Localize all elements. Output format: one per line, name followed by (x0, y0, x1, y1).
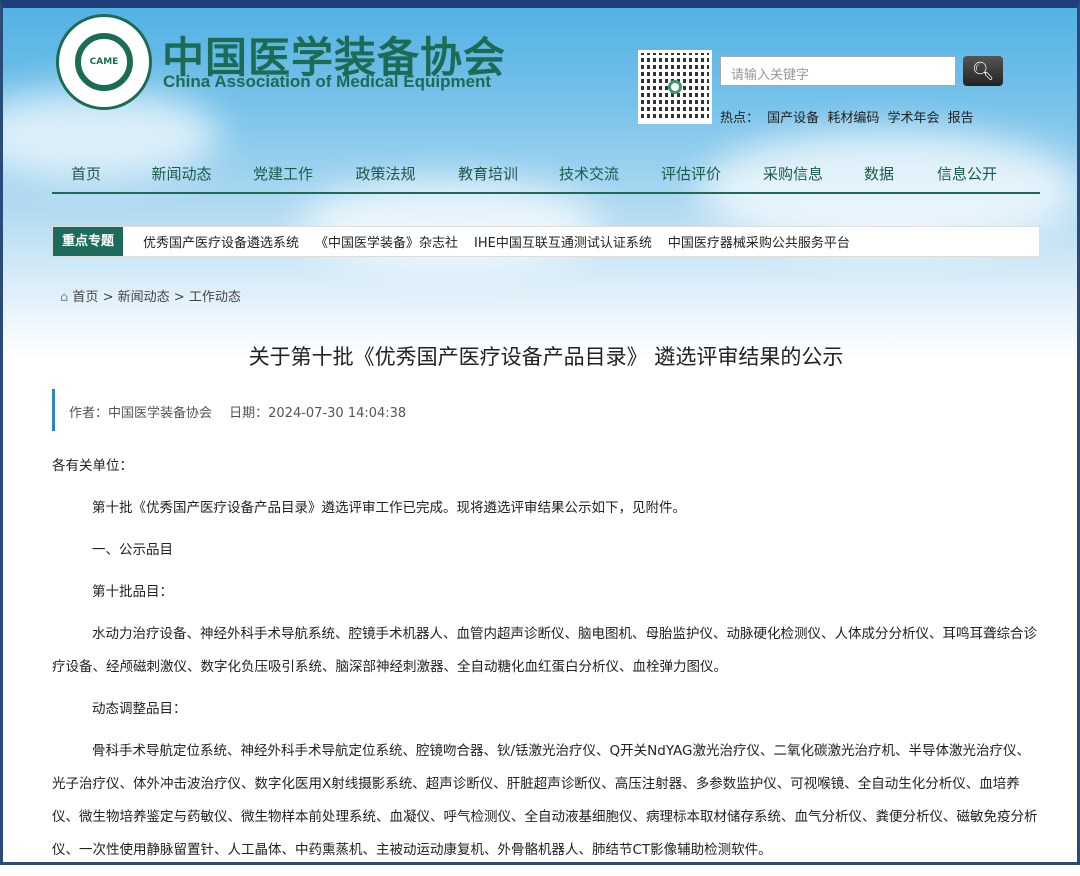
hot-link[interactable]: 耗材编码 (827, 111, 879, 126)
hot-label: 热点： (720, 111, 760, 126)
hot-keywords: 热点： 国产设备 耗材编码 学术年会 报告 (720, 107, 978, 126)
paragraph: 各有关单位： (52, 458, 133, 474)
nav-tech[interactable]: 技术交流 (538, 160, 640, 192)
logo[interactable]: CAME (56, 14, 152, 110)
nav-disclosure[interactable]: 信息公开 (914, 160, 1020, 192)
featured-topics-label: 重点专题 (53, 227, 124, 256)
home-icon: ⌂ (60, 290, 69, 305)
search-icon: 🔍︎ (971, 60, 995, 82)
hot-link[interactable]: 国产设备 (767, 111, 819, 126)
breadcrumb-separator: > (173, 290, 185, 305)
nav-evaluation[interactable]: 评估评价 (640, 160, 742, 192)
hot-link[interactable]: 学术年会 (887, 111, 939, 126)
breadcrumb-news[interactable]: 新闻动态 (118, 290, 170, 305)
paragraph: 骨科手术导航定位系统、神经外科手术导航定位系统、腔镜吻合器、钬/铥激光治疗仪、Q… (52, 743, 1038, 858)
nav-education[interactable]: 教育培训 (438, 160, 538, 192)
breadcrumb-separator: > (102, 290, 114, 305)
article-meta: 作者：中国医学装备协会 日期：2024-07-30 14:04:38 (52, 389, 1040, 431)
site-title-en: China Association of Medical Equipment (163, 72, 492, 91)
topic-link[interactable]: IHE中国互联互通测试认证系统 (474, 232, 652, 251)
topic-link[interactable]: 《中国医学装备》杂志社 (315, 232, 458, 251)
nav-news[interactable]: 新闻动态 (130, 160, 233, 192)
nav-procurement[interactable]: 采购信息 (742, 160, 844, 192)
nav-data[interactable]: 数据 (844, 160, 914, 192)
nav-party[interactable]: 党建工作 (233, 160, 333, 192)
article-title: 关于第十批《优秀国产医疗设备产品目录》 遴选评审结果的公示 (248, 345, 844, 369)
paragraph: 动态调整品目： (92, 701, 187, 717)
topic-link[interactable]: 优秀国产医疗设备遴选系统 (143, 232, 299, 251)
search-button[interactable]: 🔍︎ (963, 56, 1003, 86)
paragraph: 一、公示品目 (92, 542, 173, 558)
nav-home[interactable]: 首页 (52, 160, 120, 192)
qr-code (638, 50, 712, 124)
breadcrumb: ⌂ 首页 > 新闻动态 > 工作动态 (60, 286, 241, 305)
hot-link[interactable]: 报告 (948, 111, 974, 126)
nav-policy[interactable]: 政策法规 (333, 160, 438, 192)
breadcrumb-home[interactable]: 首页 (72, 290, 98, 305)
article-body: 各有关单位： 第十批《优秀国产医疗设备产品目录》遴选评审工作已完成。现将遴选评审… (52, 450, 1040, 876)
featured-topics-bar: 重点专题 优秀国产医疗设备遴选系统 《中国医学装备》杂志社 IHE中国互联互通测… (52, 226, 1040, 257)
logo-emblem: CAME (75, 33, 133, 91)
paragraph: 第十批《优秀国产医疗设备产品目录》遴选评审工作已完成。现将遴选评审结果公示如下，… (92, 500, 686, 516)
search-input[interactable]: 请输入关键字 (720, 56, 956, 86)
paragraph: 水动力治疗设备、神经外科手术导航系统、腔镜手术机器人、血管内超声诊断仪、脑电图机… (52, 626, 1037, 675)
breadcrumb-work[interactable]: 工作动态 (189, 290, 241, 305)
topic-link[interactable]: 中国医疗器械采购公共服务平台 (668, 232, 850, 251)
paragraph: 第十批品目： (92, 584, 173, 600)
main-nav: 首页 新闻动态 党建工作 政策法规 教育培训 技术交流 评估评价 采购信息 数据… (52, 160, 1040, 194)
